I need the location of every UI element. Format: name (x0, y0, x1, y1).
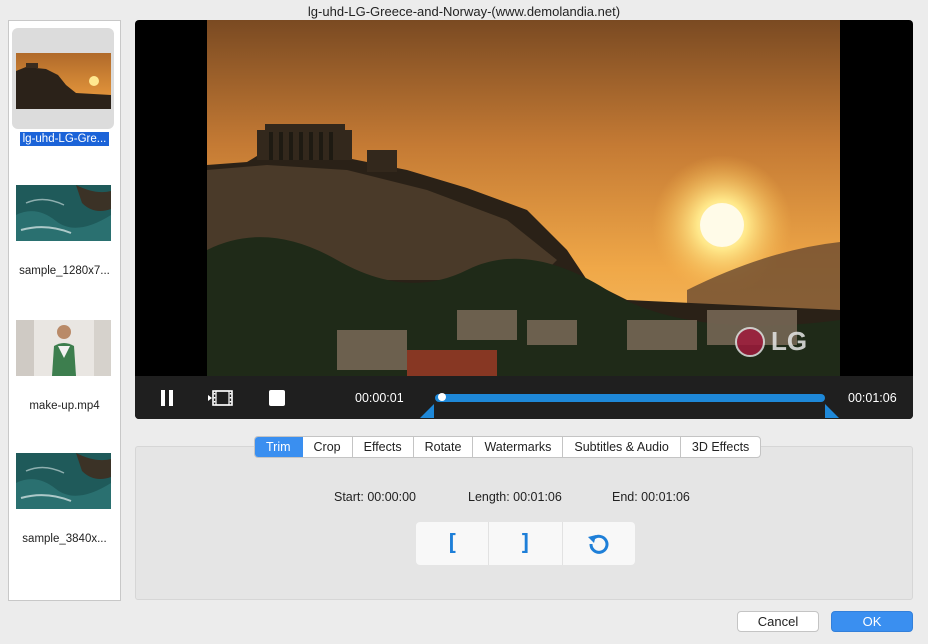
thumbnail-aerial-coast (16, 185, 111, 241)
tab-rotate[interactable]: Rotate (414, 437, 474, 457)
player-controls: 00:00:01 00:01:06 (135, 376, 913, 419)
file-item-sample-1280[interactable]: sample_1280x7... (9, 156, 120, 281)
lg-logo: LG (735, 326, 807, 357)
thumbnail-acropolis (16, 53, 111, 109)
video-player: LG 00:00:01 00:01:06 (135, 20, 913, 419)
lg-logo-icon (735, 326, 765, 357)
trim-end-info: End: 00:01:06 (612, 490, 690, 504)
bracket-right-icon: ] (518, 531, 533, 556)
bracket-left-icon: [ (445, 531, 459, 556)
reset-icon (587, 534, 609, 554)
ok-button[interactable]: OK (831, 611, 913, 632)
file-item-label: sample_1280x7... (19, 265, 110, 277)
film-icon (208, 390, 233, 406)
file-item-lg-uhd[interactable]: lg-uhd-LG-Gre... (9, 21, 120, 146)
current-time: 00:00:01 (355, 391, 404, 405)
window-title: lg-uhd-LG-Greece-and-Norway-(www.demolan… (307, 4, 621, 19)
stop-icon (269, 390, 285, 406)
lg-logo-text: LG (771, 326, 808, 356)
trim-end-marker[interactable] (825, 404, 839, 418)
stop-button[interactable] (265, 386, 289, 410)
thumbnail-portrait (16, 320, 111, 376)
file-item-label: sample_3840x... (22, 533, 107, 545)
tab-trim[interactable]: Trim (255, 437, 303, 457)
trim-start-marker[interactable] (420, 404, 434, 418)
thumbnail-aerial-coast (16, 453, 111, 509)
tab-watermarks[interactable]: Watermarks (473, 437, 564, 457)
file-item-label: make-up.mp4 (29, 400, 100, 412)
pause-button[interactable] (155, 386, 179, 410)
video-frame[interactable]: LG (207, 20, 840, 376)
trim-length-info: Length: 00:01:06 (468, 490, 562, 504)
total-time: 00:01:06 (848, 391, 897, 405)
edit-panel: Start: 00:00:00 Length: 00:01:06 End: 00… (135, 446, 913, 600)
pause-icon (161, 390, 173, 406)
file-item-make-up[interactable]: make-up.mp4 (9, 291, 120, 416)
snapshot-button[interactable] (208, 386, 233, 410)
reset-button[interactable] (563, 522, 635, 565)
set-start-button[interactable]: [ (416, 522, 490, 565)
trim-start-info: Start: 00:00:00 (334, 490, 417, 504)
set-end-button[interactable]: ] (489, 522, 563, 565)
cancel-button[interactable]: Cancel (737, 611, 819, 632)
tab-subtitles-audio[interactable]: Subtitles & Audio (563, 437, 681, 457)
playhead[interactable] (438, 393, 446, 401)
file-list-sidebar: lg-uhd-LG-Gre... sample_1280x7... make-u… (8, 20, 121, 601)
edit-tabs: Trim Crop Effects Rotate Watermarks Subt… (254, 436, 762, 458)
trim-controls: [ ] (416, 522, 635, 565)
file-item-label: lg-uhd-LG-Gre... (19, 132, 110, 146)
timeline-track[interactable] (435, 394, 825, 402)
file-item-sample-3840[interactable]: sample_3840x... (9, 424, 120, 549)
tab-crop[interactable]: Crop (303, 437, 353, 457)
tab-3d-effects[interactable]: 3D Effects (681, 437, 760, 457)
tab-effects[interactable]: Effects (353, 437, 414, 457)
